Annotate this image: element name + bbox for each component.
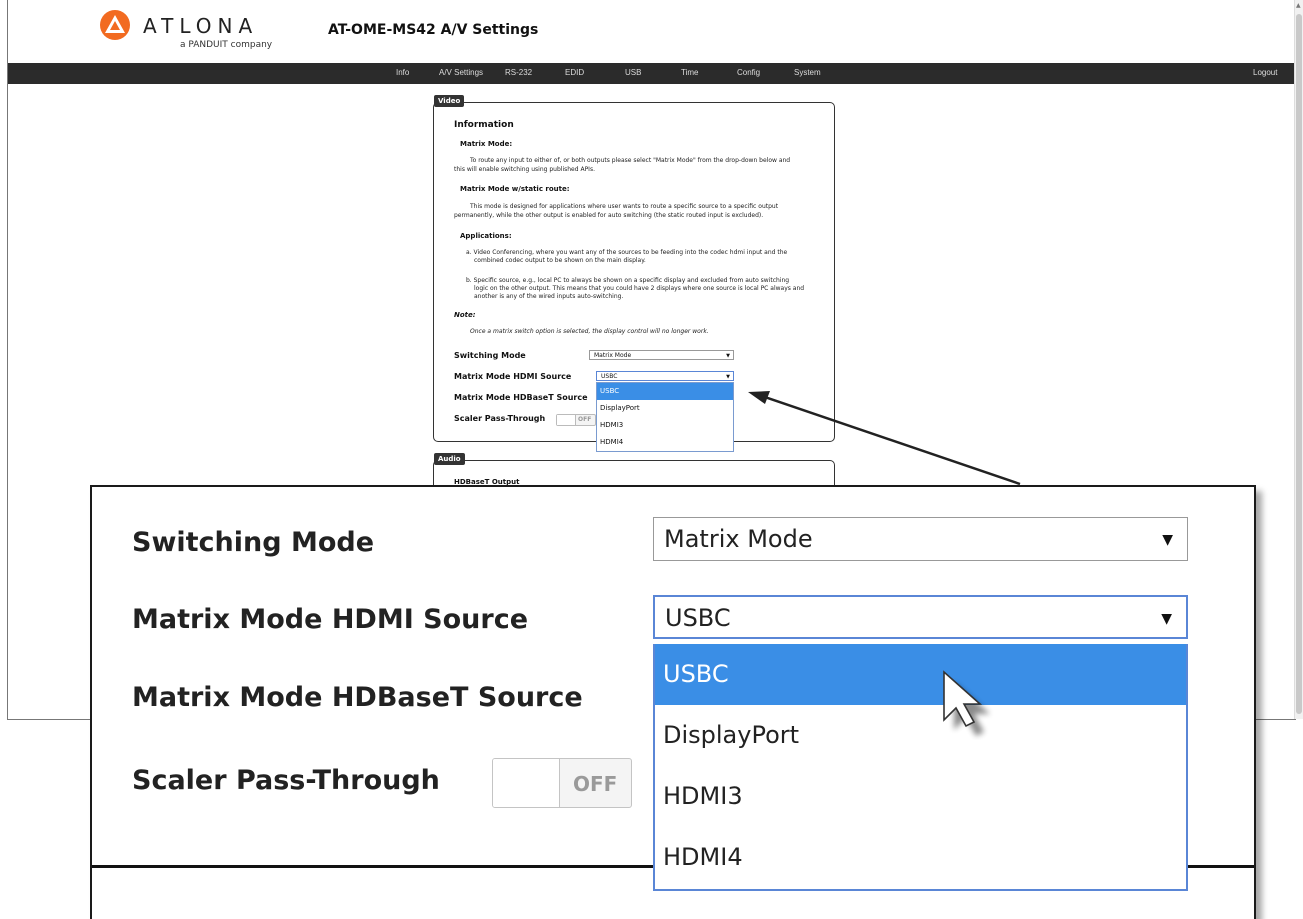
- dropdown-option-displayport[interactable]: DisplayPort: [597, 400, 733, 417]
- scrollbar-thumb[interactable]: [1296, 14, 1302, 714]
- dropdown-option-hdmi3[interactable]: HDMI3: [597, 417, 733, 434]
- zoom-callout: Switching Mode Matrix Mode ▼ Matrix Mode…: [90, 485, 1256, 919]
- top-nav: Info A/V Settings RS-232 EDID USB Time C…: [8, 63, 1295, 84]
- zoom-option-hdmi4[interactable]: HDMI4: [655, 827, 1186, 888]
- toggle-state: OFF: [573, 772, 618, 796]
- application-b: b. Specific source, e.g., local PC to al…: [466, 277, 790, 284]
- zoom-hdmi-source-label: Matrix Mode HDMI Source: [132, 604, 529, 635]
- section-divider: [92, 865, 653, 868]
- zoom-hdbaset-source-label: Matrix Mode HDBaseT Source: [132, 682, 583, 713]
- atlona-logo[interactable]: ATLONA a PANDUIT company: [98, 8, 278, 50]
- chevron-down-icon: ▼: [1161, 611, 1172, 627]
- applications-title: Applications:: [460, 232, 512, 240]
- static-route-title: Matrix Mode w/static route:: [460, 185, 570, 193]
- zoom-hdmi-source-value: USBC: [665, 604, 731, 632]
- section-divider-right: [1188, 865, 1254, 868]
- scaler-toggle[interactable]: OFF: [556, 414, 596, 426]
- zoom-hdmi-source-dropdown: USBC DisplayPort HDMI3 HDMI4: [653, 644, 1188, 891]
- zoom-switching-mode-label: Switching Mode: [132, 527, 375, 558]
- nav-av-settings[interactable]: A/V Settings: [439, 68, 483, 77]
- nav-usb[interactable]: USB: [625, 68, 641, 77]
- dropdown-option-usbc[interactable]: USBC: [597, 383, 733, 400]
- matrix-mode-text-2: this will enable switching using publish…: [454, 166, 595, 173]
- chevron-down-icon: ▼: [726, 374, 730, 380]
- information-heading: Information: [454, 120, 514, 130]
- switching-mode-label: Switching Mode: [454, 351, 526, 360]
- zoom-option-usbc[interactable]: USBC: [655, 644, 1186, 705]
- zoom-option-hdmi3[interactable]: HDMI3: [655, 766, 1186, 827]
- logout-link[interactable]: Logout: [1253, 68, 1277, 77]
- chevron-down-icon: ▼: [726, 353, 730, 359]
- video-legend: Video: [434, 95, 465, 107]
- page-title: AT-OME-MS42 A/V Settings: [328, 22, 539, 38]
- atlona-logo-icon: [100, 10, 130, 40]
- matrix-mode-text: To route any input to either of, or both…: [470, 157, 791, 164]
- video-section: Video Information Matrix Mode: To route …: [433, 95, 835, 452]
- nav-time[interactable]: Time: [681, 68, 698, 77]
- zoom-switching-mode-value: Matrix Mode: [664, 525, 813, 553]
- toggle-knob: [493, 759, 560, 807]
- zoom-hdmi-source-select[interactable]: USBC ▼: [653, 595, 1188, 639]
- hdbaset-source-label: Matrix Mode HDBaseT Source: [454, 393, 588, 402]
- zoom-switching-mode-select[interactable]: Matrix Mode ▼: [653, 517, 1188, 561]
- hdmi-source-value: USBC: [601, 373, 618, 380]
- mouse-cursor-icon: [943, 670, 990, 736]
- dropdown-option-hdmi4[interactable]: HDMI4: [597, 434, 733, 451]
- logo-wordmark: ATLONA: [143, 14, 259, 38]
- nav-system[interactable]: System: [794, 68, 821, 77]
- zoom-scaler-label: Scaler Pass-Through: [132, 765, 440, 796]
- hdmi-source-label: Matrix Mode HDMI Source: [454, 372, 572, 381]
- zoom-scaler-toggle[interactable]: OFF: [492, 758, 632, 808]
- switching-mode-select[interactable]: Matrix Mode ▼: [589, 350, 734, 360]
- hdmi-source-dropdown: USBC DisplayPort HDMI3 HDMI4: [596, 382, 734, 452]
- application-b-3: another is any of the wired inputs auto-…: [474, 293, 624, 300]
- chevron-down-icon: ▼: [1162, 532, 1173, 548]
- scaler-pass-through-label: Scaler Pass-Through: [454, 414, 546, 423]
- application-a-2: combined codec output to be shown on the…: [474, 257, 646, 264]
- application-b-2: logic on the other output. This means th…: [474, 285, 805, 292]
- matrix-mode-title: Matrix Mode:: [460, 140, 513, 148]
- page-header: ATLONA a PANDUIT company AT-OME-MS42 A/V…: [8, 0, 1295, 63]
- page-scrollbar[interactable]: ▲: [1294, 0, 1303, 719]
- nav-info[interactable]: Info: [396, 68, 409, 77]
- hdmi-source-select[interactable]: USBC ▼: [596, 371, 734, 381]
- audio-legend: Audio: [434, 453, 465, 465]
- logo-tagline: a PANDUIT company: [180, 40, 273, 50]
- scroll-up-icon[interactable]: ▲: [1296, 2, 1301, 9]
- application-a: a. Video Conferencing, where you want an…: [466, 249, 788, 256]
- nav-config[interactable]: Config: [737, 68, 760, 77]
- note-title: Note:: [454, 311, 476, 319]
- toggle-state: OFF: [578, 416, 592, 423]
- static-route-text: This mode is designed for applications w…: [470, 203, 779, 210]
- nav-edid[interactable]: EDID: [565, 68, 584, 77]
- nav-rs232[interactable]: RS-232: [505, 68, 532, 77]
- toggle-knob: [557, 415, 576, 425]
- switching-mode-value: Matrix Mode: [594, 352, 632, 359]
- static-route-text-2: permanently, while the other output is e…: [454, 212, 764, 219]
- zoom-option-displayport[interactable]: DisplayPort: [655, 705, 1186, 766]
- note-text: Once a matrix switch option is selected,…: [470, 328, 709, 335]
